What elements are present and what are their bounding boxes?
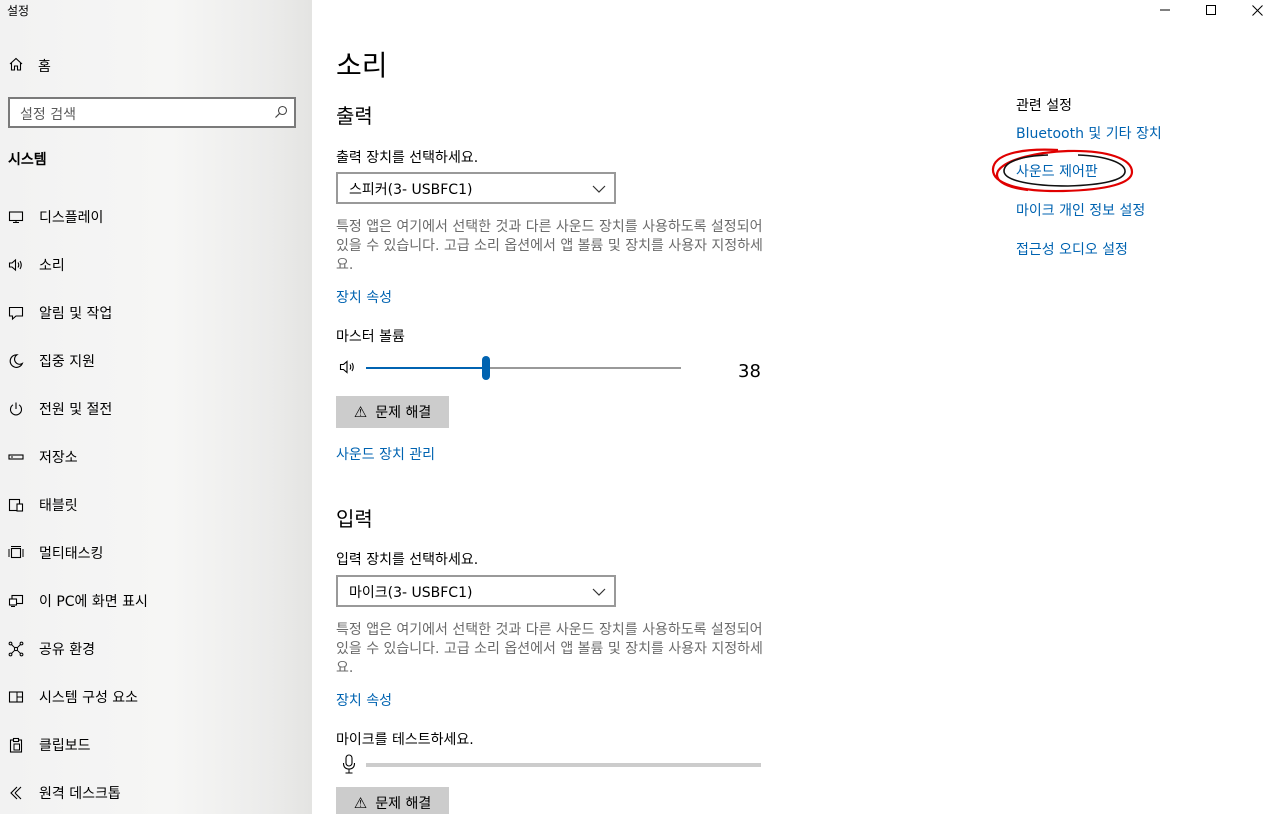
clipboard-icon <box>8 737 24 753</box>
components-icon <box>8 689 24 705</box>
mic-test-label: 마이크를 테스트하세요. <box>336 732 474 748</box>
master-volume-label: 마스터 볼륨 <box>336 329 405 345</box>
sidebar-item-label: 알림 및 작업 <box>39 306 113 322</box>
sidebar-item-clipboard[interactable]: 클립보드 <box>0 721 312 769</box>
sidebar-item-project-to-pc[interactable]: 이 PC에 화면 표시 <box>0 577 312 625</box>
warning-icon: ⚠ <box>353 403 368 421</box>
input-description: 특정 앱은 여기에서 선택한 것과 다른 사운드 장치를 사용하도록 설정되어 … <box>336 622 763 676</box>
sidebar-item-label: 멀티태스킹 <box>39 546 104 562</box>
sidebar-item-label: 소리 <box>39 258 65 274</box>
sidebar-item-system-components[interactable]: 시스템 구성 요소 <box>0 673 312 721</box>
project-icon <box>8 593 24 609</box>
home-label: 홈 <box>38 59 51 75</box>
sidebar-item-remote-desktop[interactable]: 원격 데스크톱 <box>0 769 312 814</box>
input-troubleshoot-button[interactable]: ⚠ 문제 해결 <box>336 787 449 814</box>
master-volume-slider[interactable] <box>366 356 681 380</box>
sidebar-item-label: 원격 데스크톱 <box>39 786 121 802</box>
sidebar-item-label: 시스템 구성 요소 <box>39 690 139 706</box>
search-placeholder: 설정 검색 <box>20 107 76 123</box>
speaker-icon <box>8 257 24 273</box>
chevron-down-icon <box>592 182 606 198</box>
sidebar: 설정 홈 설정 검색 시스템 디스플레이 소리 알림 및 작업 집중 지원 전원… <box>0 0 312 814</box>
microphone-icon <box>341 754 357 778</box>
mic-level-meter <box>366 763 761 767</box>
volume-value: 38 <box>738 361 761 382</box>
close-icon <box>1251 4 1263 16</box>
chat-bubble-icon <box>8 305 24 321</box>
input-device-value: 마이크(3- USBFC1) <box>349 585 473 601</box>
output-heading: 출력 <box>336 104 373 128</box>
close-button[interactable] <box>1234 0 1276 20</box>
speaker-icon[interactable] <box>339 359 357 379</box>
maximize-icon <box>1206 5 1216 15</box>
output-device-dropdown[interactable]: 스피커(3- USBFC1) <box>336 172 616 204</box>
home-icon <box>8 56 24 76</box>
sidebar-item-label: 집중 지원 <box>39 354 95 370</box>
minimize-button[interactable] <box>1142 0 1188 20</box>
sidebar-item-shared-experiences[interactable]: 공유 환경 <box>0 625 312 673</box>
warning-icon: ⚠ <box>353 794 368 812</box>
sidebar-item-label: 디스플레이 <box>39 210 104 226</box>
maximize-button[interactable] <box>1188 0 1234 20</box>
output-troubleshoot-button[interactable]: ⚠ 문제 해결 <box>336 396 449 428</box>
page-title: 소리 <box>336 49 388 82</box>
volume-thumb[interactable] <box>482 356 490 380</box>
tablet-icon <box>8 497 24 513</box>
moon-icon <box>8 353 24 369</box>
chevron-down-icon <box>592 585 606 601</box>
multitasking-icon <box>8 545 24 561</box>
monitor-icon <box>8 209 24 225</box>
output-select-label: 출력 장치를 선택하세요. <box>336 150 479 166</box>
storage-icon <box>8 449 24 465</box>
app-title: 설정 <box>7 4 30 18</box>
manage-sound-devices-link[interactable]: 사운드 장치 관리 <box>336 444 435 464</box>
troubleshoot-label: 문제 해결 <box>375 405 432 421</box>
sidebar-item-power[interactable]: 전원 및 절전 <box>0 385 312 433</box>
sidebar-item-multitasking[interactable]: 멀티태스킹 <box>0 529 312 577</box>
input-heading: 입력 <box>336 507 373 531</box>
sidebar-item-label: 이 PC에 화면 표시 <box>39 594 148 610</box>
remote-desktop-icon <box>8 785 24 801</box>
input-select-label: 입력 장치를 선택하세요. <box>336 552 479 568</box>
output-device-value: 스피커(3- USBFC1) <box>349 182 473 198</box>
annotation-circle <box>991 148 1134 193</box>
home-nav-item[interactable]: 홈 <box>8 55 51 77</box>
sidebar-item-label: 전원 및 절전 <box>39 402 113 418</box>
sidebar-item-label: 공유 환경 <box>39 642 95 658</box>
volume-fill <box>366 367 486 369</box>
sidebar-nav: 디스플레이 소리 알림 및 작업 집중 지원 전원 및 절전 저장소 태블릿 멀… <box>0 193 312 814</box>
sidebar-item-label: 저장소 <box>39 450 78 466</box>
share-icon <box>8 641 24 657</box>
sidebar-item-display[interactable]: 디스플레이 <box>0 193 312 241</box>
accessibility-audio-link[interactable]: 접근성 오디오 설정 <box>1016 239 1128 259</box>
sidebar-item-sound[interactable]: 소리 <box>0 241 312 289</box>
power-icon <box>8 401 24 417</box>
input-device-dropdown[interactable]: 마이크(3- USBFC1) <box>336 575 616 607</box>
search-icon[interactable] <box>274 105 288 123</box>
settings-search-input[interactable]: 설정 검색 <box>8 97 296 128</box>
sidebar-item-label: 클립보드 <box>39 738 91 754</box>
sidebar-item-storage[interactable]: 저장소 <box>0 433 312 481</box>
sidebar-item-focus-assist[interactable]: 집중 지원 <box>0 337 312 385</box>
troubleshoot-label: 문제 해결 <box>375 796 432 812</box>
related-settings-heading: 관련 설정 <box>1016 98 1072 114</box>
microphone-privacy-link[interactable]: 마이크 개인 정보 설정 <box>1016 200 1145 220</box>
input-device-properties-link[interactable]: 장치 속성 <box>336 690 392 710</box>
sidebar-item-notifications[interactable]: 알림 및 작업 <box>0 289 312 337</box>
minimize-icon <box>1160 9 1170 11</box>
sidebar-item-label: 태블릿 <box>39 498 78 514</box>
section-title-system: 시스템 <box>8 152 47 168</box>
sidebar-item-tablet[interactable]: 태블릿 <box>0 481 312 529</box>
bluetooth-devices-link[interactable]: Bluetooth 및 기타 장치 <box>1016 123 1162 143</box>
output-description: 특정 앱은 여기에서 선택한 것과 다른 사운드 장치를 사용하도록 설정되어 … <box>336 219 763 273</box>
output-device-properties-link[interactable]: 장치 속성 <box>336 287 392 307</box>
